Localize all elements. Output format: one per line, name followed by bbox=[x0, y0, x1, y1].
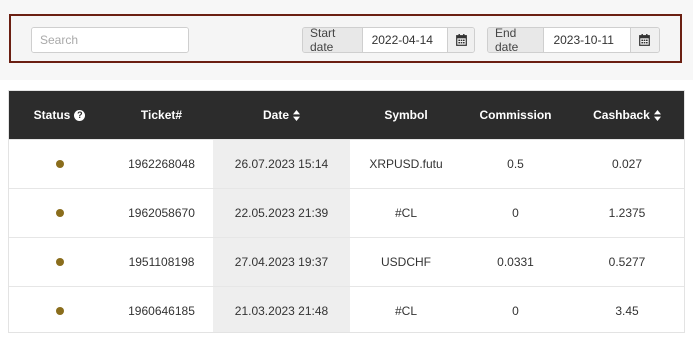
search-box bbox=[31, 27, 189, 53]
header-date-label: Date bbox=[262, 108, 289, 122]
cashback-cell: 1.2375 bbox=[569, 188, 684, 238]
header-status-label: Status bbox=[33, 108, 71, 122]
end-date-group: End date 2023-10-11 bbox=[487, 27, 660, 53]
start-date-input[interactable]: 2022-04-14 bbox=[362, 28, 448, 52]
status-dot bbox=[55, 160, 64, 168]
status-cell bbox=[9, 188, 110, 238]
symbol-cell: USDCHF bbox=[350, 237, 462, 287]
start-date-calendar-button[interactable] bbox=[447, 28, 474, 52]
commission-cell: 0.0331 bbox=[462, 237, 569, 287]
end-date-input[interactable]: 2023-10-11 bbox=[544, 28, 630, 52]
date-cell: 21.03.2023 21:48 bbox=[213, 286, 350, 332]
header-symbol-label: Symbol bbox=[384, 108, 428, 122]
filter-panel: Start date 2022-04-14 End date 2023-10-1… bbox=[0, 0, 693, 80]
header-ticket-label: Ticket# bbox=[140, 108, 183, 122]
commission-cell: 0.5 bbox=[462, 139, 569, 189]
cashback-cell: 0.5277 bbox=[569, 237, 684, 287]
symbol-cell: XRPUSD.futu bbox=[350, 139, 462, 189]
end-date-calendar-button[interactable] bbox=[629, 28, 659, 52]
table-row: 1962058670 22.05.2023 21:39 #CL 0 1.2375 bbox=[9, 188, 684, 238]
header-commission-label: Commission bbox=[479, 108, 552, 122]
sort-icon[interactable] bbox=[653, 109, 661, 121]
header-cashback[interactable]: Cashback bbox=[569, 91, 684, 140]
status-cell bbox=[9, 139, 110, 189]
cashback-cell: 3.45 bbox=[569, 286, 684, 332]
start-date-group: Start date 2022-04-14 bbox=[302, 27, 475, 53]
date-cell: 27.04.2023 19:37 bbox=[213, 237, 350, 287]
header-cashback-label: Cashback bbox=[593, 108, 650, 122]
transactions-table: Status ? Ticket# Date Symbol Commission … bbox=[9, 91, 684, 332]
header-symbol: Symbol bbox=[350, 91, 462, 140]
ticket-cell: 1960646185 bbox=[110, 286, 213, 332]
header-commission: Commission bbox=[462, 91, 569, 140]
end-date-label: End date bbox=[488, 28, 545, 52]
ticket-cell: 1962268048 bbox=[110, 139, 213, 189]
start-date-label: Start date bbox=[303, 28, 363, 52]
ticket-cell: 1962058670 bbox=[110, 188, 213, 238]
table-row: 1962268048 26.07.2023 15:14 XRPUSD.futu … bbox=[9, 139, 684, 189]
status-cell bbox=[9, 286, 110, 332]
symbol-cell: #CL bbox=[350, 188, 462, 238]
commission-cell: 0 bbox=[462, 188, 569, 238]
commission-cell: 0 bbox=[462, 286, 569, 332]
table-row: 1960646185 21.03.2023 21:48 #CL 0 3.45 bbox=[9, 286, 684, 332]
sort-icon[interactable] bbox=[293, 109, 300, 121]
table-header-row: Status ? Ticket# Date Symbol Commission … bbox=[9, 91, 684, 140]
help-icon[interactable]: ? bbox=[74, 109, 86, 121]
status-cell bbox=[9, 237, 110, 287]
transactions-table-wrapper: Status ? Ticket# Date Symbol Commission … bbox=[8, 90, 685, 333]
search-input[interactable] bbox=[32, 28, 188, 52]
status-dot bbox=[55, 209, 64, 217]
symbol-cell: #CL bbox=[350, 286, 462, 332]
ticket-cell: 1951108198 bbox=[110, 237, 213, 287]
header-ticket: Ticket# bbox=[110, 91, 213, 140]
header-date[interactable]: Date bbox=[213, 91, 350, 140]
status-dot bbox=[55, 307, 64, 315]
calendar-icon bbox=[639, 34, 651, 46]
status-dot bbox=[55, 258, 64, 266]
cashback-cell: 0.027 bbox=[569, 139, 684, 189]
table-row: 1951108198 27.04.2023 19:37 USDCHF 0.033… bbox=[9, 237, 684, 287]
date-cell: 26.07.2023 15:14 bbox=[213, 139, 350, 189]
calendar-icon bbox=[455, 34, 467, 46]
date-cell: 22.05.2023 21:39 bbox=[213, 188, 350, 238]
header-status: Status ? bbox=[9, 91, 110, 140]
